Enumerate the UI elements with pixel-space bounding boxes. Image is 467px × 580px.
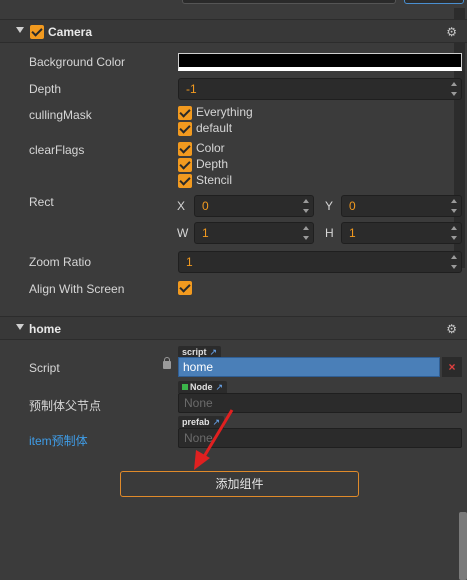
item-prefab-label: item预制体	[29, 434, 88, 448]
lock-icon	[163, 357, 171, 369]
zoom-ratio-spinner[interactable]	[450, 254, 459, 270]
depth-value: -1	[186, 82, 197, 96]
home-header-title: home	[29, 322, 62, 336]
depth-input[interactable]: -1	[178, 78, 462, 100]
node-type-tag: Node ↗	[178, 381, 228, 393]
rect-h-value: 1	[349, 226, 356, 240]
fold-arrow-icon[interactable]	[16, 27, 24, 33]
background-color-swatch[interactable]	[178, 53, 462, 71]
rect-x-label: X	[177, 199, 186, 213]
culling-default-checkbox[interactable]	[178, 122, 192, 136]
clear-depth-label: Depth	[196, 157, 229, 171]
gear-icon[interactable]: ⚙	[446, 25, 457, 39]
rect-y-value: 0	[349, 199, 356, 213]
script-remove-button[interactable]: ×	[442, 357, 462, 377]
rect-w-label: W	[177, 226, 189, 240]
fold-arrow-icon[interactable]	[16, 324, 24, 330]
parent-node-label: 预制体父节点	[29, 399, 102, 413]
culling-everything-checkbox[interactable]	[178, 106, 192, 120]
rect-x-value: 0	[202, 199, 209, 213]
clear-color-label: Color	[196, 141, 225, 155]
gear-icon[interactable]: ⚙	[446, 322, 457, 336]
top-button[interactable]	[404, 0, 464, 4]
add-component-button[interactable]: 添加组件	[120, 471, 359, 497]
rect-h-input[interactable]: 1	[341, 222, 462, 244]
node-tag-text: Node	[190, 382, 213, 392]
zoom-ratio-label: Zoom Ratio	[29, 255, 92, 269]
external-link-icon[interactable]: ↗	[216, 382, 224, 392]
rect-y-spinner[interactable]	[450, 198, 459, 214]
clear-stencil-checkbox[interactable]	[178, 174, 192, 188]
script-value: home	[183, 360, 214, 374]
script-label: Script	[29, 361, 60, 375]
scrollbar-thumb[interactable]	[459, 512, 467, 580]
culling-default-label: default	[196, 121, 233, 135]
rect-w-spinner[interactable]	[302, 225, 311, 241]
top-input-field[interactable]	[182, 0, 396, 4]
background-color-label: Background Color	[29, 55, 126, 69]
align-with-screen-checkbox[interactable]	[178, 281, 192, 295]
camera-enabled-checkbox[interactable]	[30, 25, 44, 39]
clear-color-checkbox[interactable]	[178, 142, 192, 156]
clear-depth-checkbox[interactable]	[178, 158, 192, 172]
node-icon	[182, 384, 188, 390]
camera-section-header[interactable]: Camera ⚙	[0, 19, 467, 43]
rect-h-spinner[interactable]	[450, 225, 459, 241]
zoom-ratio-input[interactable]: 1	[178, 251, 462, 273]
align-with-screen-label: Align With Screen	[29, 282, 125, 296]
rect-w-input[interactable]: 1	[194, 222, 314, 244]
rect-w-value: 1	[202, 226, 209, 240]
script-tag-text: script	[182, 347, 207, 357]
rect-y-label: Y	[325, 199, 334, 213]
rect-y-input[interactable]: 0	[341, 195, 462, 217]
annotation-arrow-icon	[194, 409, 234, 470]
external-link-icon[interactable]: ↗	[210, 347, 218, 357]
depth-spinner[interactable]	[450, 81, 459, 97]
home-section-header[interactable]: home ⚙	[0, 316, 467, 340]
zoom-ratio-value: 1	[186, 255, 193, 269]
clear-stencil-label: Stencil	[196, 173, 233, 187]
depth-label: Depth	[29, 82, 62, 96]
rect-h-label: H	[325, 226, 334, 240]
culling-everything-label: Everything	[196, 105, 253, 119]
clear-flags-label: clearFlags	[29, 143, 85, 157]
script-field[interactable]: home	[178, 357, 440, 377]
rect-x-input[interactable]: 0	[194, 195, 314, 217]
rect-label: Rect	[29, 195, 54, 209]
camera-header-title: Camera	[48, 25, 93, 39]
rect-x-spinner[interactable]	[302, 198, 311, 214]
culling-mask-label: cullingMask	[29, 108, 92, 122]
